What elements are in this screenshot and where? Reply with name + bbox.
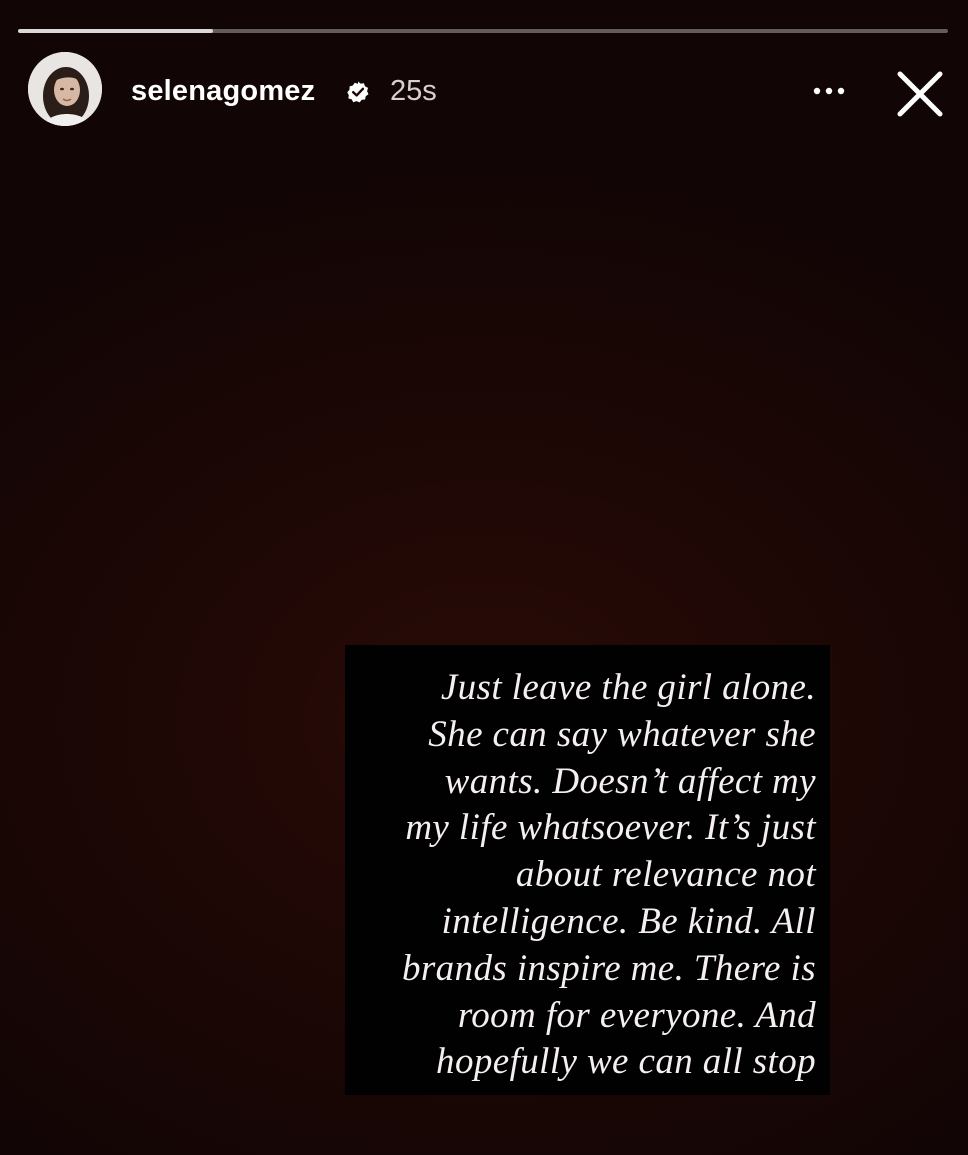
story-header: selenagomez 25s [28,52,948,128]
close-button[interactable] [894,68,946,120]
avatar[interactable] [28,52,102,126]
story-progress-fill [18,29,214,33]
caption-line: brands inspire me. There is [401,947,816,989]
more-horizontal-icon [813,87,845,95]
close-icon [897,71,943,117]
verified-badge-icon [347,81,369,103]
more-options-button[interactable] [801,74,857,108]
username[interactable]: selenagomez [131,74,315,108]
caption-line: She can say whatever she [428,713,816,755]
story-timestamp: 25s [390,75,437,107]
caption-line: my life whatsoever. It’s just [405,807,816,849]
caption-line: hopefully we can all stop [436,1041,816,1083]
story-viewer[interactable]: selenagomez 25s Just leave the girl alon… [0,0,968,1155]
avatar-image [28,52,102,126]
story-progress-bar [18,29,948,33]
story-text-sticker: Just leave the girl alone. She can say w… [345,645,830,1095]
caption-line: Just leave the girl alone. [440,667,816,708]
caption-line: room for everyone. And [457,994,816,1036]
caption-line: wants. Doesn’t affect my [444,760,816,802]
caption-line: about relevance not [515,854,816,896]
caption-line: intelligence. Be kind. All [441,900,816,942]
